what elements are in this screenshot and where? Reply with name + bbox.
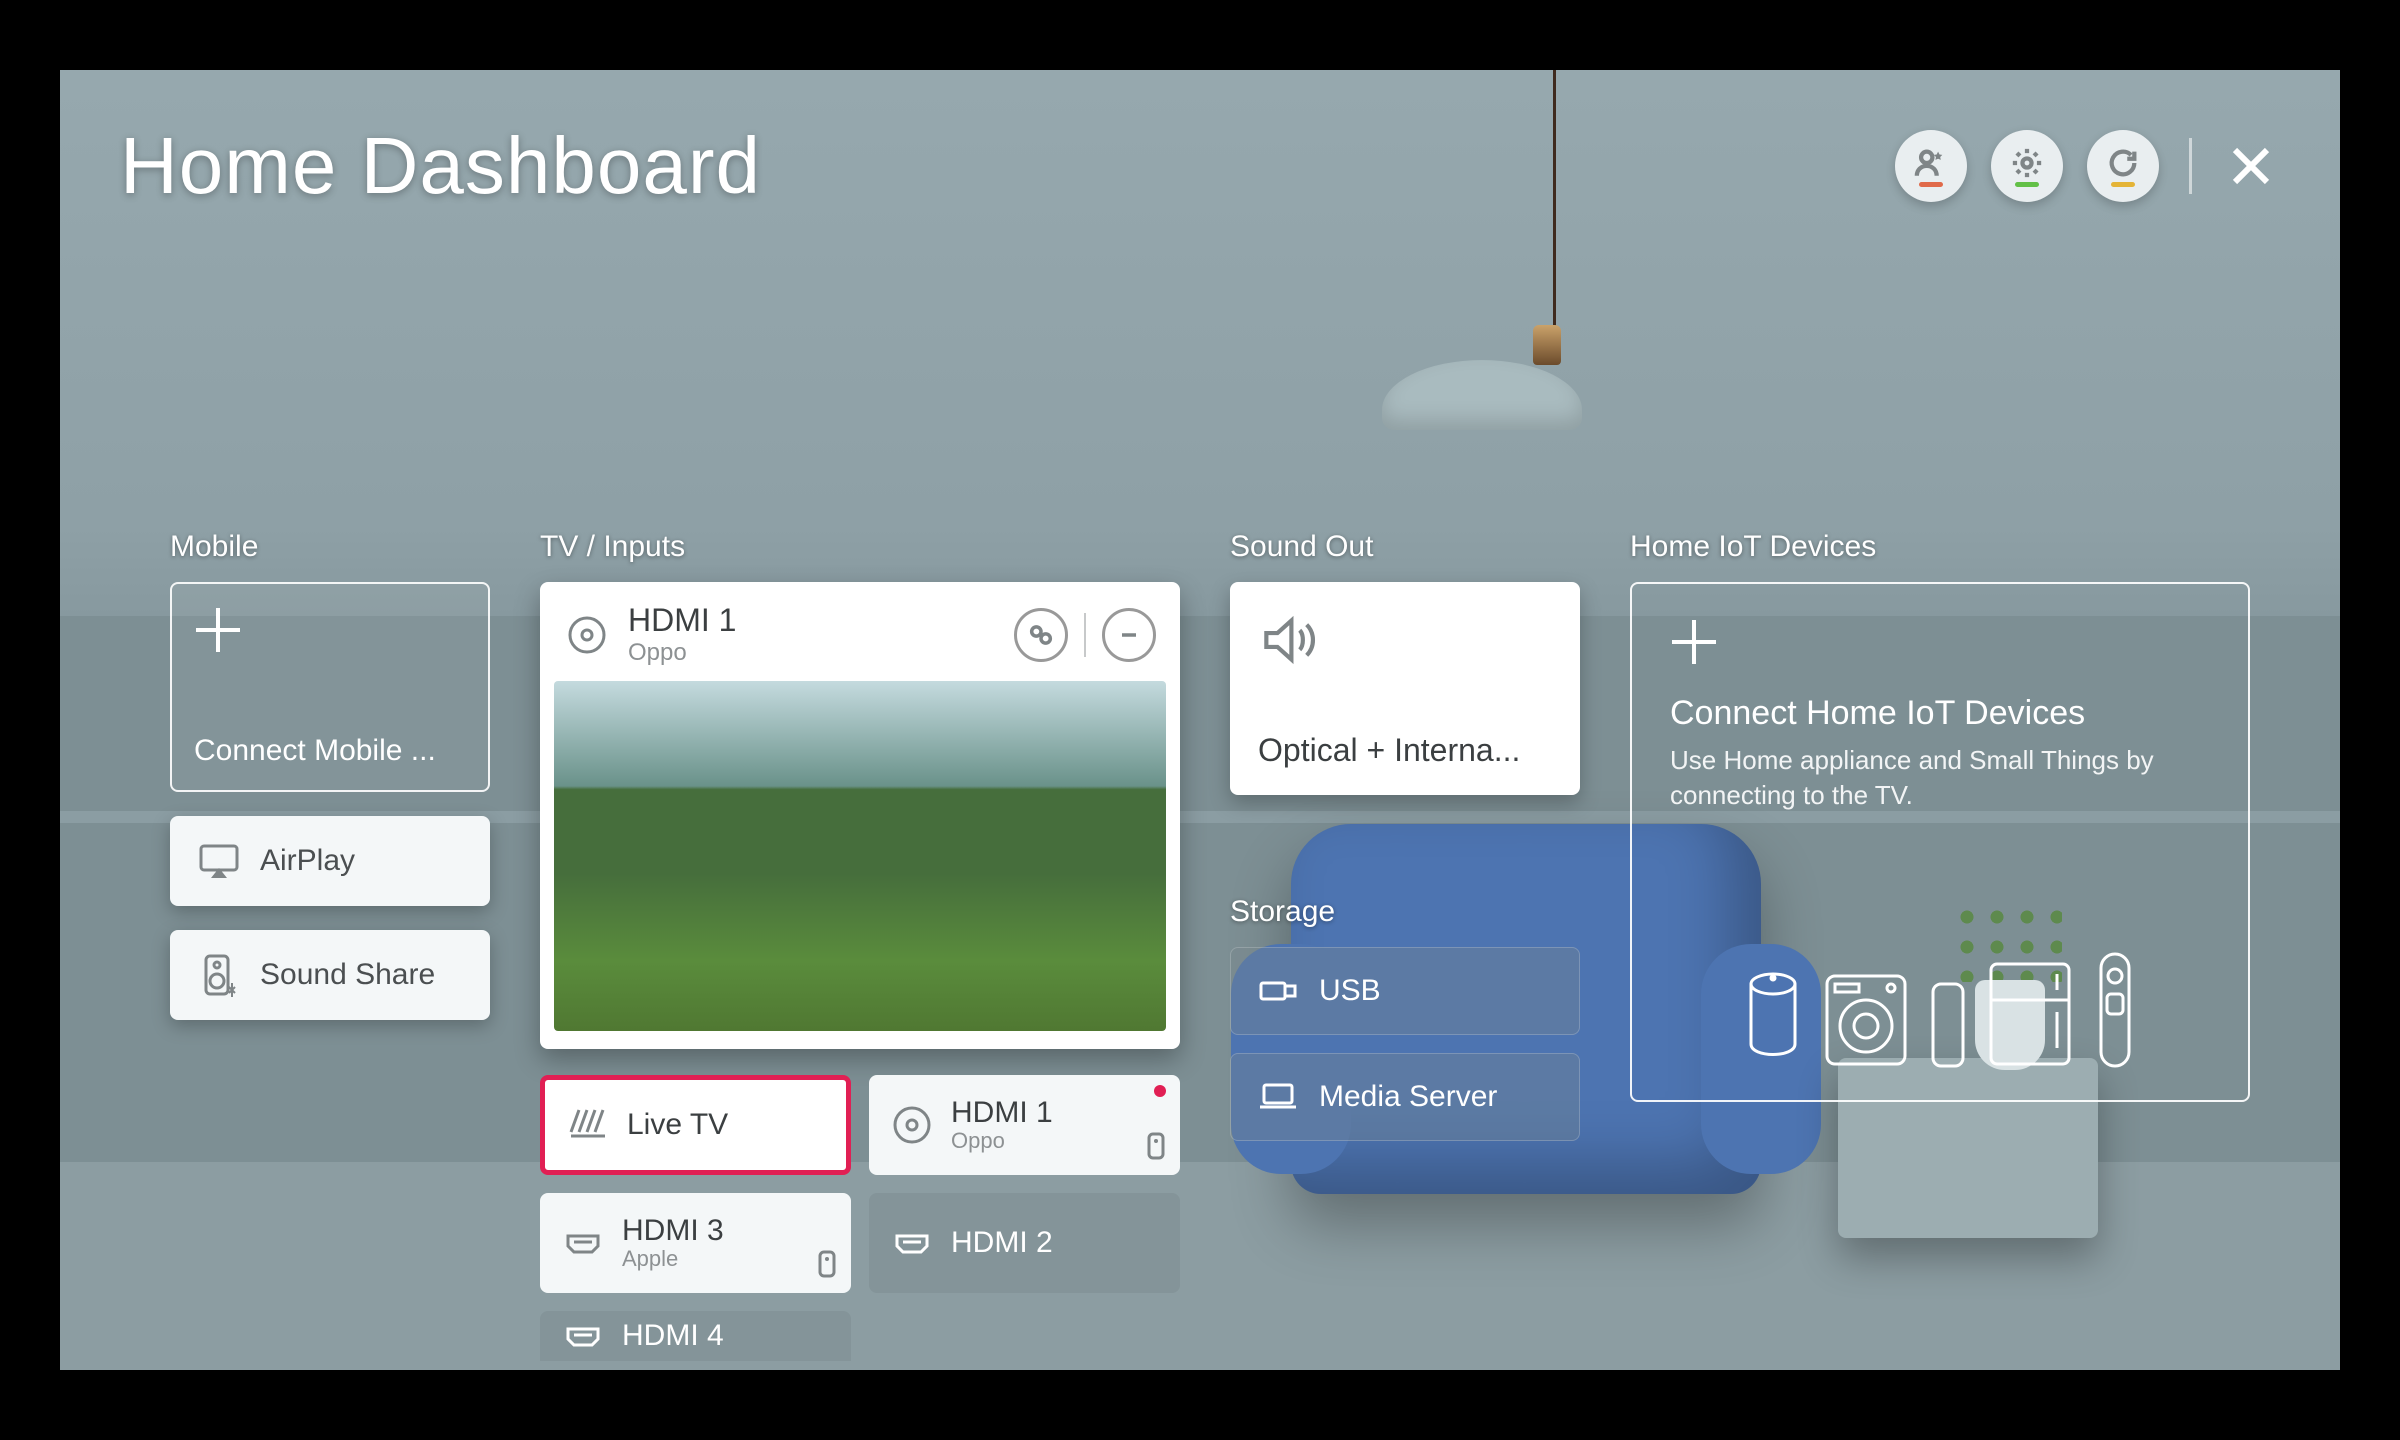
lamp-decor <box>1533 325 1561 365</box>
status-bar-refresh <box>2111 182 2135 187</box>
usb-icon <box>1255 968 1301 1014</box>
close-icon <box>2227 142 2275 190</box>
remote-icon <box>2093 950 2137 1070</box>
airplay-icon <box>196 838 242 884</box>
sound-share-card[interactable]: Sound Share <box>170 930 490 1020</box>
account-button[interactable] <box>1895 130 1967 202</box>
input-tile-live-tv[interactable]: Live TV <box>540 1075 851 1175</box>
refresh-button[interactable] <box>2087 130 2159 202</box>
header-actions <box>1895 130 2280 202</box>
storage-list: USB Media Server <box>1230 947 1580 1141</box>
speaker-bt-icon <box>196 952 242 998</box>
sound-out-label: Optical + Interna... <box>1258 732 1552 769</box>
smart-speaker-icon <box>1743 970 1803 1070</box>
link-icon <box>1027 621 1055 649</box>
storage-label: USB <box>1319 974 1381 1008</box>
tv-inputs-column: TV / Inputs HDMI 1 Oppo <box>540 530 1180 1370</box>
inputs-grid: Live TV HDMI 1 Oppo <box>540 1075 1180 1293</box>
page-title: Home Dashboard <box>120 120 761 212</box>
input-name: HDMI 4 <box>622 1319 724 1353</box>
disc-icon <box>889 1102 935 1148</box>
storage-section-title: Storage <box>1230 895 1580 929</box>
washer-icon <box>1821 970 1911 1070</box>
disc-icon <box>564 612 610 658</box>
plus-icon <box>194 606 242 654</box>
active-indicator-icon <box>1154 1085 1166 1097</box>
settings-button[interactable] <box>1991 130 2063 202</box>
connect-mobile-card[interactable]: Connect Mobile ... <box>170 582 490 792</box>
input-tile-hdmi3[interactable]: HDMI 3 Apple <box>540 1193 851 1293</box>
plus-icon <box>1670 618 1718 666</box>
user-star-icon <box>1914 146 1948 180</box>
storage-usb-card[interactable]: USB <box>1230 947 1580 1035</box>
hdmi-icon <box>560 1220 606 1266</box>
minus-icon <box>1115 621 1143 649</box>
iot-device-icons <box>1670 950 2210 1070</box>
connect-mobile-label: Connect Mobile ... <box>194 734 466 768</box>
storage-media-server-card[interactable]: Media Server <box>1230 1053 1580 1141</box>
hdmi-icon <box>889 1220 935 1266</box>
home-dashboard-screen: Home Dashboard Mobile <box>60 70 2340 1370</box>
featured-divider <box>1084 613 1086 657</box>
sound-share-label: Sound Share <box>260 958 435 992</box>
sound-out-card[interactable]: Optical + Interna... <box>1230 582 1580 795</box>
sound-section-title: Sound Out <box>1230 530 1580 564</box>
iot-connect-card[interactable]: Connect Home IoT Devices Use Home applia… <box>1630 582 2250 1102</box>
input-tile-hdmi4[interactable]: HDMI 4 <box>540 1311 851 1361</box>
universal-control-button[interactable] <box>1014 608 1068 662</box>
featured-input-name: HDMI 1 <box>628 602 736 639</box>
airplay-card[interactable]: AirPlay <box>170 816 490 906</box>
remote-icon <box>1146 1132 1166 1165</box>
input-preview <box>554 681 1166 1031</box>
input-tile-hdmi1[interactable]: HDMI 1 Oppo <box>869 1075 1180 1175</box>
refresh-icon <box>2106 146 2140 180</box>
featured-input-sub: Oppo <box>628 639 736 667</box>
remove-input-button[interactable] <box>1102 608 1156 662</box>
storage-label: Media Server <box>1319 1080 1497 1114</box>
iot-section-title: Home IoT Devices <box>1630 530 2250 564</box>
status-bar-account <box>1919 182 1943 187</box>
tv-featured-card[interactable]: HDMI 1 Oppo <box>540 582 1180 1049</box>
input-tile-hdmi2[interactable]: HDMI 2 <box>869 1193 1180 1293</box>
close-button[interactable] <box>2222 137 2280 195</box>
fridge-icon <box>1985 960 2075 1070</box>
dashboard-grid: Mobile Connect Mobile ... AirPlay <box>170 530 2230 1370</box>
status-bar-settings <box>2015 182 2039 187</box>
header-divider <box>2189 138 2192 194</box>
input-name: HDMI 2 <box>951 1226 1053 1260</box>
input-name: Live TV <box>627 1108 728 1142</box>
phone-icon <box>1929 980 1967 1070</box>
laptop-icon <box>1255 1074 1301 1120</box>
iot-subtext: Use Home appliance and Small Things by c… <box>1670 743 2210 813</box>
gear-icon <box>2010 146 2044 180</box>
input-sub: Apple <box>622 1246 724 1272</box>
mobile-section-title: Mobile <box>170 530 490 564</box>
input-name: HDMI 1 <box>951 1096 1053 1130</box>
hdmi-icon <box>560 1313 606 1359</box>
input-name: HDMI 3 <box>622 1214 724 1248</box>
tv-section-title: TV / Inputs <box>540 530 1180 564</box>
antenna-icon <box>565 1102 611 1148</box>
sound-storage-column: Sound Out Optical + Interna... Storage <box>1230 530 1580 1370</box>
airplay-label: AirPlay <box>260 844 355 878</box>
speaker-out-icon <box>1258 608 1322 672</box>
mobile-list: AirPlay Sound Share <box>170 816 490 1020</box>
mobile-column: Mobile Connect Mobile ... AirPlay <box>170 530 490 1370</box>
lamp-decor <box>1382 360 1582 430</box>
header: Home Dashboard <box>120 120 2280 212</box>
iot-headline: Connect Home IoT Devices <box>1670 694 2210 733</box>
input-sub: Oppo <box>951 1128 1053 1154</box>
iot-column: Home IoT Devices Connect Home IoT Device… <box>1630 530 2250 1370</box>
remote-icon <box>817 1250 837 1283</box>
